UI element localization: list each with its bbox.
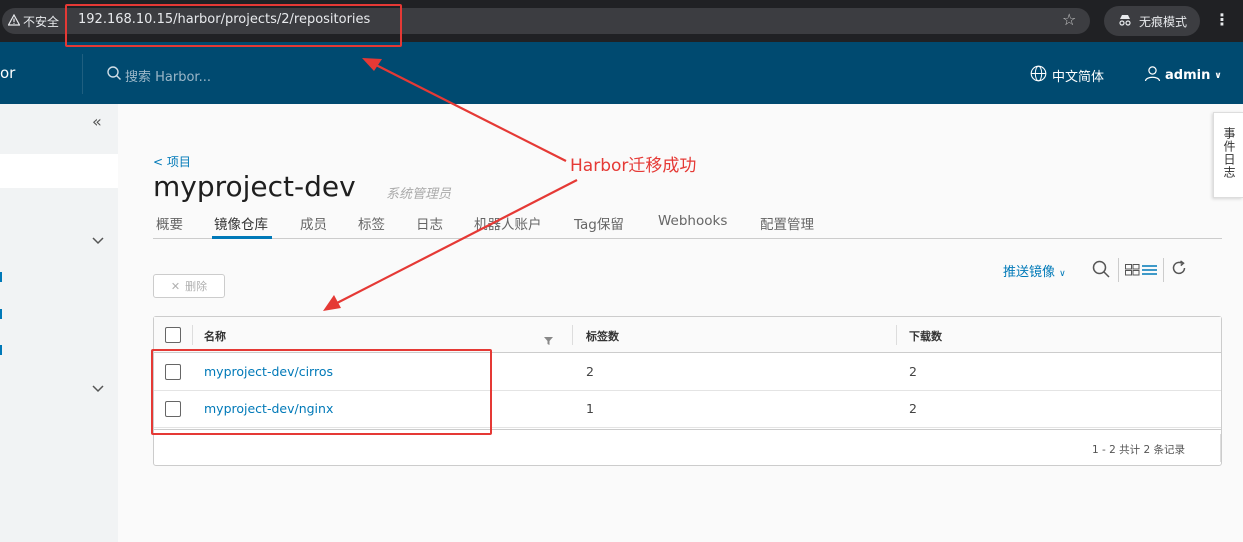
- repository-link[interactable]: myproject-dev/cirros: [204, 364, 333, 379]
- chevron-down-icon: ∨: [1059, 269, 1066, 279]
- chevron-down-icon: ∨: [1214, 70, 1222, 81]
- card-view-icon[interactable]: [1125, 262, 1140, 280]
- search-placeholder: 搜索 Harbor...: [125, 69, 211, 85]
- browser-menu-icon[interactable]: ⋮: [1214, 10, 1230, 29]
- tags-count: 2: [586, 364, 594, 379]
- tab-logs[interactable]: 日志: [416, 213, 443, 233]
- sidebar-item-marker[interactable]: [0, 309, 2, 319]
- language-selector[interactable]: 中文简体: [1030, 65, 1104, 86]
- security-chip[interactable]: 不安全: [2, 8, 64, 34]
- footer-divider: [1220, 434, 1221, 462]
- toolbar-divider: [1118, 258, 1119, 282]
- event-log-label: 事件日志: [1222, 127, 1236, 179]
- toolbar-divider: [1163, 258, 1164, 282]
- sidebar-item-marker[interactable]: [0, 272, 2, 282]
- page-title: myproject-dev: [153, 170, 356, 203]
- close-icon: ✕: [170, 279, 181, 293]
- tab-summary[interactable]: 概要: [156, 213, 183, 233]
- push-image-dropdown[interactable]: 推送镜像 ∨: [1003, 261, 1066, 285]
- event-log-tab[interactable]: 事件日志: [1213, 112, 1243, 198]
- chevron-down-icon[interactable]: [92, 382, 104, 397]
- column-header-name[interactable]: 名称: [204, 328, 226, 344]
- header-divider: [82, 54, 83, 94]
- list-view-icon[interactable]: [1142, 262, 1157, 280]
- url-text[interactable]: 192.168.10.15/harbor/projects/2/reposito…: [78, 12, 370, 27]
- refresh-icon[interactable]: [1171, 260, 1187, 280]
- column-divider: [192, 325, 193, 345]
- tab-robot-accounts[interactable]: 机器人账户: [474, 213, 542, 233]
- security-label: 不安全: [23, 14, 60, 29]
- sidebar: «: [0, 104, 118, 542]
- active-tab-indicator: [212, 236, 272, 239]
- table-row: myproject-dev/nginx 1 2: [154, 391, 1221, 428]
- chevron-down-icon[interactable]: [92, 234, 104, 249]
- app-header: or 搜索 Harbor... 中文简体 admin ∨: [0, 42, 1243, 104]
- bookmark-star-icon[interactable]: ☆: [1062, 10, 1076, 29]
- tab-configuration[interactable]: 配置管理: [760, 213, 814, 233]
- repository-table: 名称 标签数 下载数 myproject-dev/cirros 2 2 mypr…: [153, 316, 1222, 466]
- table-footer: 1 - 2 共计 2 条记录: [154, 429, 1221, 465]
- tab-members[interactable]: 成员: [300, 213, 327, 233]
- project-tabs: 概要 镜像仓库 成员 标签 日志 机器人账户 Tag保留 Webhooks 配置…: [153, 206, 1222, 239]
- tab-labels[interactable]: 标签: [358, 213, 385, 233]
- pulls-count: 2: [909, 401, 917, 416]
- select-all-checkbox[interactable]: [165, 327, 181, 343]
- row-checkbox[interactable]: [165, 401, 181, 417]
- push-image-label: 推送镜像: [1003, 265, 1056, 280]
- browser-toolbar: 不安全 192.168.10.15/harbor/projects/2/repo…: [0, 0, 1243, 42]
- back-to-projects-link[interactable]: < 项目: [153, 153, 191, 170]
- pulls-count: 2: [909, 364, 917, 379]
- tab-tag-retention[interactable]: Tag保留: [574, 213, 624, 233]
- tags-count: 1: [586, 401, 594, 416]
- language-label: 中文简体: [1052, 70, 1105, 85]
- search-icon[interactable]: [1092, 260, 1110, 282]
- user-menu[interactable]: admin ∨: [1144, 65, 1222, 86]
- username: admin: [1165, 68, 1211, 83]
- delete-button[interactable]: ✕ 删除: [153, 274, 225, 298]
- tab-repositories[interactable]: 镜像仓库: [214, 213, 268, 233]
- warning-icon: [7, 13, 21, 29]
- pagination-summary: 1 - 2 共计 2 条记录: [1091, 444, 1185, 456]
- repository-link[interactable]: myproject-dev/nginx: [204, 401, 333, 416]
- incognito-indicator[interactable]: 无痕模式: [1104, 6, 1200, 36]
- role-badge: 系统管理员: [386, 187, 452, 202]
- delete-label: 删除: [185, 280, 208, 293]
- brand-name[interactable]: or: [0, 64, 15, 82]
- sidebar-item-active[interactable]: [0, 154, 118, 188]
- table-row: myproject-dev/cirros 2 2: [154, 354, 1221, 391]
- row-checkbox[interactable]: [165, 364, 181, 380]
- global-search[interactable]: 搜索 Harbor...: [106, 65, 211, 85]
- tab-webhooks[interactable]: Webhooks: [658, 213, 727, 229]
- filter-icon[interactable]: [544, 330, 553, 349]
- search-icon: [106, 65, 122, 85]
- table-header: 名称 标签数 下载数: [154, 317, 1221, 353]
- incognito-icon: [1117, 14, 1133, 29]
- column-header-tags[interactable]: 标签数: [586, 328, 619, 344]
- incognito-label: 无痕模式: [1138, 14, 1187, 29]
- sidebar-item-marker[interactable]: [0, 345, 2, 355]
- annotation-text: Harbor迁移成功: [570, 156, 697, 176]
- user-icon: [1144, 65, 1161, 86]
- collapse-sidebar-icon[interactable]: «: [92, 112, 102, 131]
- globe-icon: [1030, 65, 1047, 86]
- column-divider: [572, 325, 573, 345]
- column-header-pulls[interactable]: 下载数: [909, 328, 942, 344]
- column-divider: [896, 325, 897, 345]
